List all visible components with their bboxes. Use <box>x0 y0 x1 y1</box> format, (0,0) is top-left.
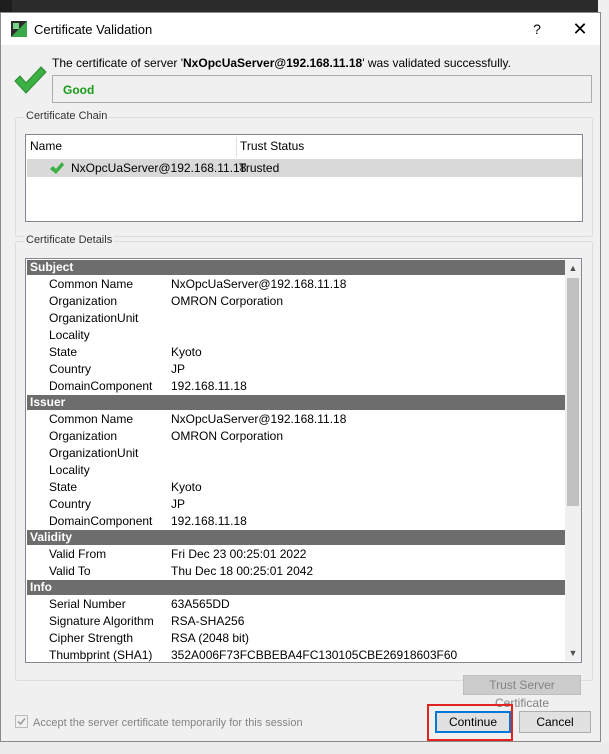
checkbox-icon[interactable] <box>15 715 28 728</box>
detail-row[interactable]: Serial Number 63A565DD <box>27 596 565 613</box>
detail-key: DomainComponent <box>49 514 153 528</box>
detail-key: Valid To <box>49 564 91 578</box>
detail-value: NxOpcUaServer@192.168.11.18 <box>171 277 347 291</box>
help-button[interactable]: ? <box>527 19 547 39</box>
detail-key: Valid From <box>49 547 107 561</box>
detail-key: OrganizationUnit <box>49 446 139 460</box>
trusted-check-icon <box>50 162 64 174</box>
detail-value: 192.168.11.18 <box>171 379 247 393</box>
detail-key: Thumbprint (SHA1) <box>49 648 153 662</box>
detail-key: Locality <box>49 328 90 342</box>
chain-row-trust: Trusted <box>239 161 280 175</box>
certificate-chain-list[interactable]: Name Trust Status NxOpcUaServer@192.168.… <box>25 134 583 222</box>
detail-key: Signature Algorithm <box>49 614 154 628</box>
scroll-up-icon[interactable]: ▲ <box>565 260 581 276</box>
column-header-trust-status[interactable]: Trust Status <box>240 137 304 155</box>
detail-value: JP <box>171 362 186 376</box>
detail-row[interactable]: Thumbprint (SHA1) 352A006F73FCBBEBA4FC130… <box>27 647 565 662</box>
detail-row[interactable]: Signature Algorithm RSA-SHA256 <box>27 613 565 630</box>
app-icon <box>11 21 27 37</box>
detail-key: Common Name <box>49 277 134 291</box>
detail-value: 192.168.11.18 <box>171 514 247 528</box>
certificate-chain-label: Certificate Chain <box>24 110 110 122</box>
detail-key: Serial Number <box>49 597 126 611</box>
detail-value: NxOpcUaServer@192.168.11.18 <box>171 412 347 426</box>
chain-row[interactable]: NxOpcUaServer@192.168.11.18 Trusted <box>27 159 582 177</box>
detail-row[interactable]: OrganizationUnit <box>27 310 565 327</box>
section-header: Issuer <box>27 395 565 410</box>
details-scrollbar[interactable]: ▲ ▼ <box>565 260 581 661</box>
detail-value: JP <box>171 497 186 511</box>
detail-value: 63A565DD <box>171 597 230 611</box>
certificate-chain-group: Certificate Chain Name Trust Status NxOp… <box>15 110 593 237</box>
certificate-validation-dialog: Certificate Validation ? ✕ The certifica… <box>0 12 601 742</box>
continue-button[interactable]: Continue <box>435 711 511 733</box>
detail-row[interactable]: OrganizationUnit <box>27 445 565 462</box>
detail-row[interactable]: Cipher Strength RSA (2048 bit) <box>27 630 565 647</box>
detail-row[interactable]: State Kyoto <box>27 344 565 361</box>
section-header: Info <box>27 580 565 595</box>
detail-value: 352A006F73FCBBEBA4FC130105CBE26918603F60 <box>171 648 458 662</box>
detail-row[interactable]: DomainComponent 192.168.11.18 <box>27 378 565 395</box>
detail-value: Thu Dec 18 00:25:01 2042 <box>171 564 314 578</box>
certificate-details-label: Certificate Details <box>24 234 115 246</box>
server-name: NxOpcUaServer@192.168.11.18 <box>183 56 363 70</box>
details-rows: Subject Common Name NxOpcUaServer@192.168.… <box>27 260 565 662</box>
detail-key: Organization <box>49 294 118 308</box>
detail-value: OMRON Corporation <box>171 294 284 308</box>
detail-row[interactable]: Organization OMRON Corporation <box>27 293 565 310</box>
detail-key: Locality <box>49 463 90 477</box>
scrollbar-thumb[interactable] <box>567 278 579 506</box>
cancel-button[interactable]: Cancel <box>519 711 591 733</box>
validation-message: The certificate of server 'NxOpcUaServer… <box>52 56 511 70</box>
column-separator[interactable] <box>236 137 237 157</box>
detail-key: DomainComponent <box>49 379 153 393</box>
detail-row[interactable]: Country JP <box>27 496 565 513</box>
detail-key: State <box>49 480 78 494</box>
detail-key: Country <box>49 362 92 376</box>
detail-key: Cipher Strength <box>49 631 134 645</box>
detail-row[interactable]: Country JP <box>27 361 565 378</box>
detail-row[interactable]: Valid To Thu Dec 18 00:25:01 2042 <box>27 563 565 580</box>
accept-temporarily-label: Accept the server certificate temporaril… <box>33 717 303 729</box>
trust-server-certificate-button[interactable]: Trust Server Certificate <box>463 675 581 710</box>
detail-value: RSA (2048 bit) <box>171 631 250 645</box>
close-button[interactable]: ✕ <box>568 18 592 40</box>
certificate-details-list[interactable]: Subject Common Name NxOpcUaServer@192.168.… <box>25 258 582 663</box>
detail-value: Fri Dec 23 00:25:01 2022 <box>171 547 307 561</box>
success-check-icon <box>14 66 47 94</box>
validation-status-box: Good <box>52 75 592 103</box>
column-header-name[interactable]: Name <box>30 137 62 155</box>
detail-row[interactable]: Common Name NxOpcUaServer@192.168.11.18 <box>27 276 565 293</box>
certificate-details-group: Certificate Details Subject Common Name Nx… <box>15 234 593 681</box>
detail-row[interactable]: State Kyoto <box>27 479 565 496</box>
detail-key: Common Name <box>49 412 134 426</box>
detail-key: OrganizationUnit <box>49 311 139 325</box>
accept-temporarily-checkbox[interactable]: Accept the server certificate temporaril… <box>15 715 303 729</box>
detail-key: Country <box>49 497 92 511</box>
chain-row-name: NxOpcUaServer@192.168.11.18 <box>71 161 247 175</box>
detail-value: RSA-SHA256 <box>171 614 245 628</box>
detail-row[interactable]: Locality <box>27 462 565 479</box>
detail-key: Organization <box>49 429 118 443</box>
title-bar[interactable]: Certificate Validation ? ✕ <box>1 13 600 45</box>
detail-row[interactable]: Valid From Fri Dec 23 00:25:01 2022 <box>27 546 565 563</box>
detail-value: Kyoto <box>171 345 202 359</box>
status-badge: Good <box>63 83 95 97</box>
scroll-down-icon[interactable]: ▼ <box>565 645 581 661</box>
detail-row[interactable]: Organization OMRON Corporation <box>27 428 565 445</box>
section-header: Validity <box>27 530 565 545</box>
section-header: Subject <box>27 260 565 275</box>
window-title: Certificate Validation <box>34 22 153 37</box>
detail-row[interactable]: Locality <box>27 327 565 344</box>
detail-value: Kyoto <box>171 480 202 494</box>
detail-row[interactable]: Common Name NxOpcUaServer@192.168.11.18 <box>27 411 565 428</box>
background-window-bottom <box>0 742 609 754</box>
detail-key: State <box>49 345 78 359</box>
detail-row[interactable]: DomainComponent 192.168.11.18 <box>27 513 565 530</box>
detail-value: OMRON Corporation <box>171 429 284 443</box>
